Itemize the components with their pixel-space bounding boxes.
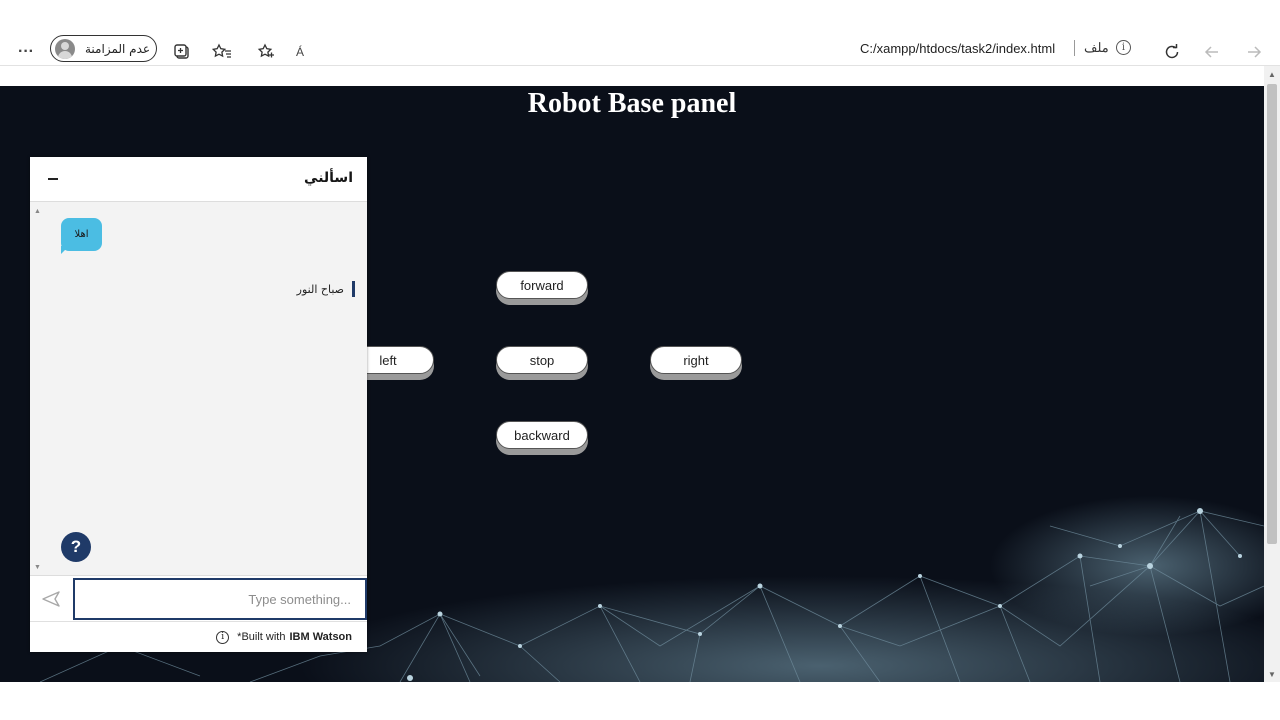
add-favorite-icon[interactable] (254, 38, 278, 66)
chat-title: اسألني (304, 170, 353, 186)
scroll-down-icon[interactable]: ▼ (1264, 666, 1280, 682)
profile-button[interactable]: عدم المزامنة (50, 35, 157, 62)
backward-button[interactable]: backward (496, 421, 588, 449)
file-label: ملف (1084, 40, 1109, 55)
footer-brand: IBM Watson (289, 631, 352, 643)
chat-message-input[interactable] (73, 578, 367, 620)
page-title: Robot Base panel (527, 88, 737, 119)
address-bar[interactable]: C:/xampp/htdocs/task2/index.html (860, 38, 1055, 58)
info-icon[interactable]: i (216, 630, 230, 644)
favorites-list-icon[interactable] (210, 38, 234, 66)
minimize-icon[interactable] (46, 169, 60, 189)
address-separator (1074, 40, 1075, 56)
forward-nav-icon[interactable] (1242, 38, 1266, 66)
chat-messages: ▲ اهلا صباح النور ? ▼ (30, 202, 367, 575)
chat-input-row (30, 575, 367, 621)
footer-prefix: *Built with (237, 631, 286, 643)
bubble-tail (61, 246, 69, 254)
read-aloud-icon[interactable]: Á (288, 38, 312, 66)
refresh-icon[interactable] (1160, 38, 1184, 66)
scroll-up-icon[interactable]: ▲ (1264, 66, 1280, 82)
page-scrollbar[interactable]: ▲ ▼ (1264, 66, 1280, 682)
chat-scroll-down-icon[interactable]: ▼ (34, 564, 41, 571)
chat-header: اسألني (30, 157, 367, 202)
bot-reply: صباح النور (297, 281, 355, 297)
forward-button[interactable]: forward (496, 271, 588, 299)
chat-footer: i *Built with IBM Watson (30, 621, 367, 652)
profile-label: عدم المزامنة (85, 41, 151, 56)
help-button[interactable]: ? (61, 532, 91, 562)
collections-icon[interactable] (170, 38, 194, 66)
site-info-icon[interactable]: i (1116, 40, 1131, 55)
scroll-thumb[interactable] (1267, 84, 1277, 544)
stop-button[interactable]: stop (496, 346, 588, 374)
chat-widget: اسألني ▲ اهلا صباح النور ? ▼ i *Built wi… (30, 157, 367, 652)
chat-scroll-up-icon[interactable]: ▲ (34, 208, 41, 215)
back-icon[interactable] (1200, 38, 1224, 66)
more-options-icon[interactable]: ··· (14, 38, 38, 66)
right-button[interactable]: right (650, 346, 742, 374)
avatar (55, 38, 75, 59)
send-icon[interactable] (40, 588, 62, 610)
